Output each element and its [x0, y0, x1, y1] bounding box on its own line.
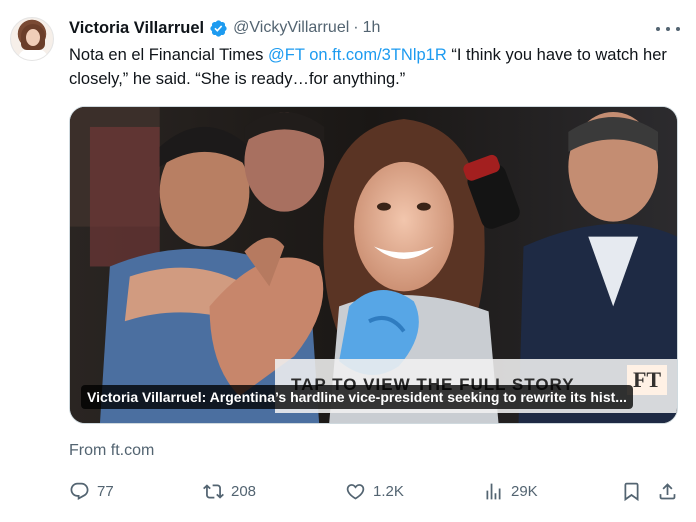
action-bar: 77 208 1.2K 29K	[69, 476, 680, 506]
views-count: 29K	[511, 482, 538, 500]
tweet-text: Nota en el Financial Times @FT on.ft.com…	[69, 43, 669, 91]
like-button[interactable]: 1.2K	[345, 476, 404, 506]
share-icon	[659, 482, 676, 499]
reply-count: 77	[97, 482, 114, 500]
url-link[interactable]: on.ft.com/3TNlp1R	[309, 46, 447, 64]
separator-dot: ·	[353, 19, 359, 36]
like-count: 1.2K	[373, 482, 404, 500]
more-dot	[666, 27, 670, 31]
views-chart-icon	[486, 483, 501, 499]
bookmark-button[interactable]	[621, 476, 642, 506]
verified-badge-icon	[210, 19, 227, 37]
more-dot	[676, 27, 680, 31]
reply-icon	[70, 482, 89, 500]
repost-count: 208	[231, 482, 257, 500]
heart-icon	[346, 483, 365, 500]
avatar[interactable]	[10, 17, 54, 61]
ft-logo: FT	[627, 365, 667, 395]
reply-button[interactable]: 77	[69, 476, 114, 506]
bookmark-icon	[624, 482, 639, 501]
card-caption[interactable]: Victoria Villarruel: Argentina’s hardlin…	[81, 385, 633, 409]
share-button[interactable]	[657, 476, 678, 506]
more-options-icon[interactable]	[656, 20, 680, 38]
repost-icon	[203, 483, 224, 499]
more-dot	[656, 27, 660, 31]
author-name[interactable]: Victoria Villarruel	[69, 19, 204, 38]
author-handle[interactable]: @VickyVillarruel	[233, 19, 349, 37]
tweet[interactable]: Victoria Villarruel @VickyVillarruel · 1…	[0, 0, 696, 522]
avatar-face	[26, 29, 40, 46]
repost-button[interactable]: 208	[203, 476, 256, 506]
mention-link[interactable]: @FT	[268, 46, 305, 64]
views-button[interactable]: 29K	[483, 476, 538, 506]
card-source[interactable]: From ft.com	[69, 442, 154, 460]
timestamp[interactable]: 1h	[363, 19, 381, 37]
tweet-text-intro: Nota en el Financial Times	[69, 46, 269, 64]
tweet-header: Victoria Villarruel @VickyVillarruel · 1…	[69, 17, 380, 39]
link-card[interactable]: TAP TO VIEW THE FULL STORY FT Victoria V…	[69, 106, 678, 424]
